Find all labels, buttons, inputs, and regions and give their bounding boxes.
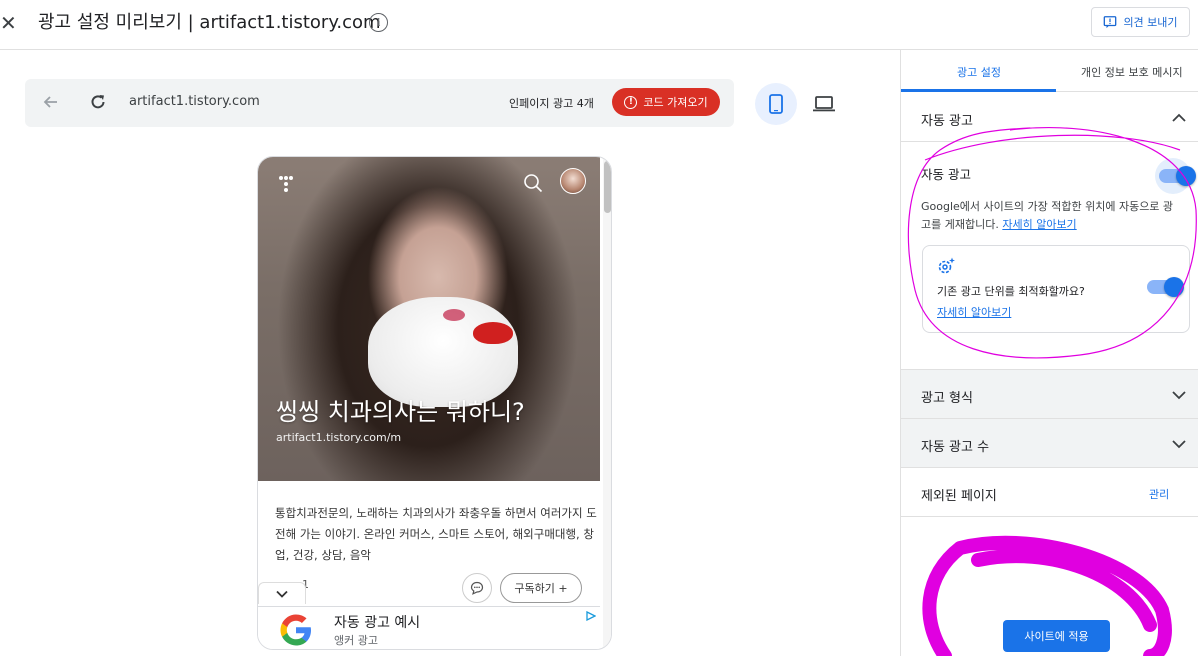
feedback-button[interactable]: 의견 보내기 — [1091, 7, 1190, 37]
lips-sticker-small — [443, 309, 465, 321]
chevron-down-icon[interactable] — [1171, 387, 1187, 403]
scrollbar-thumb[interactable] — [604, 161, 611, 213]
adchoices-icon[interactable] — [586, 611, 596, 621]
apply-to-site-button[interactable]: 사이트에 적용 — [1003, 620, 1110, 652]
alert-icon: ! — [624, 95, 638, 109]
ad-load-label: 자동 광고 수 — [921, 440, 990, 455]
excluded-pages-section: 제외된 페이지 관리 — [901, 468, 1198, 517]
lips-sticker — [473, 322, 513, 344]
google-logo-icon — [280, 614, 311, 646]
anchor-ad-sample[interactable]: 자동 광고 예시 앵커 광고 — [258, 606, 600, 649]
auto-optimize-sparkle-icon — [938, 257, 955, 274]
chevron-down-icon[interactable] — [1171, 436, 1187, 452]
optimize-toggle[interactable] — [1147, 277, 1184, 297]
auto-ads-description: Google에서 사이트의 가장 적합한 위치에 자동으로 광고를 게재합니다.… — [921, 198, 1183, 234]
settings-panel: 광고 설정 개인 정보 보호 메시지 자동 광고 자동 광고 Google에서 … — [900, 50, 1198, 656]
auto-ads-section-header[interactable]: 자동 광고 — [901, 93, 1198, 142]
auto-ads-section-body: 자동 광고 Google에서 사이트의 가장 적합한 위치에 자동으로 광고를 … — [901, 142, 1198, 370]
mobile-preview-frame: 씽씽 치과의사는 뭐하니? artifact1.tistory.com/m 통합… — [257, 156, 612, 650]
ad-sample-subtitle: 앵커 광고 — [334, 634, 378, 647]
preview-url: artifact1.tistory.com — [129, 94, 260, 109]
blog-title: 씽씽 치과의사는 뭐하니? — [276, 398, 525, 426]
smartphone-icon — [769, 94, 783, 114]
toggle-knob — [1164, 277, 1184, 297]
mobile-view-button[interactable] — [755, 83, 797, 125]
scrollbar-track[interactable] — [603, 157, 611, 649]
chevron-up-icon[interactable] — [1171, 110, 1187, 126]
ad-formats-section-header[interactable]: 광고 형식 — [901, 370, 1198, 419]
optimize-existing-ads-card: 기존 광고 단위를 최적화할까요? 자세히 알아보기 — [922, 245, 1190, 333]
optimize-learn-more-link[interactable]: 자세히 알아보기 — [937, 304, 1011, 320]
preview-url-bar: artifact1.tistory.com 인페이지 광고 4개 ! 코드 가져… — [25, 79, 734, 127]
ad-formats-label: 광고 형식 — [921, 391, 973, 406]
laptop-icon — [813, 96, 835, 112]
ad-sample-title: 자동 광고 예시 — [334, 615, 421, 631]
back-arrow-icon[interactable] — [41, 92, 61, 112]
auto-ads-section-label: 자동 광고 — [921, 114, 973, 129]
comment-button[interactable] — [462, 573, 492, 603]
get-code-button[interactable]: ! 코드 가져오기 — [612, 88, 720, 116]
manage-excluded-pages-link[interactable]: 관리 — [1149, 486, 1169, 502]
tistory-logo-icon[interactable] — [278, 175, 294, 193]
auto-ads-toggle[interactable] — [1159, 166, 1196, 186]
active-tab-indicator — [901, 89, 1056, 92]
info-icon[interactable]: i — [369, 13, 388, 32]
ad-load-section-header[interactable]: 자동 광고 수 — [901, 419, 1198, 468]
optimize-question: 기존 광고 단위를 최적화할까요? — [937, 285, 1085, 298]
subscribe-button[interactable]: 구독하기 + — [500, 573, 582, 603]
tab-ad-settings[interactable]: 광고 설정 — [957, 64, 1001, 80]
avatar[interactable] — [560, 168, 586, 194]
close-icon[interactable]: ✕ — [0, 12, 17, 34]
excluded-pages-label: 제외된 페이지 — [921, 489, 997, 504]
desktop-view-button[interactable] — [811, 91, 837, 117]
search-icon[interactable] — [523, 173, 543, 193]
auto-ads-toggle-label: 자동 광고 — [921, 167, 971, 182]
speech-bubble-icon — [470, 581, 484, 595]
chevron-down-icon — [276, 590, 288, 598]
feedback-label: 의견 보내기 — [1123, 16, 1178, 29]
inpage-ad-count: 인페이지 광고 4개 — [509, 97, 594, 110]
top-bar: ✕ 광고 설정 미리보기 | artifact1.tistory.com i 의… — [0, 0, 1198, 50]
anchor-collapse-button[interactable] — [258, 582, 306, 604]
page-title: 광고 설정 미리보기 | artifact1.tistory.com — [38, 12, 381, 33]
get-code-label: 코드 가져오기 — [643, 96, 708, 109]
blog-description: 통합치과전문의, 노래하는 치과의사가 좌충우돌 하면서 여러가지 도전해 가는… — [275, 506, 597, 562]
auto-ads-learn-more-link[interactable]: 자세히 알아보기 — [1002, 218, 1076, 231]
blog-hero-image: 씽씽 치과의사는 뭐하니? artifact1.tistory.com/m — [258, 157, 600, 481]
tab-privacy-messages[interactable]: 개인 정보 보호 메시지 — [1081, 64, 1183, 80]
panel-tabs: 광고 설정 개인 정보 보호 메시지 — [901, 50, 1198, 92]
reload-icon[interactable] — [88, 92, 108, 112]
feedback-icon — [1104, 16, 1117, 29]
toggle-knob — [1176, 166, 1196, 186]
blog-url[interactable]: artifact1.tistory.com/m — [276, 431, 401, 444]
